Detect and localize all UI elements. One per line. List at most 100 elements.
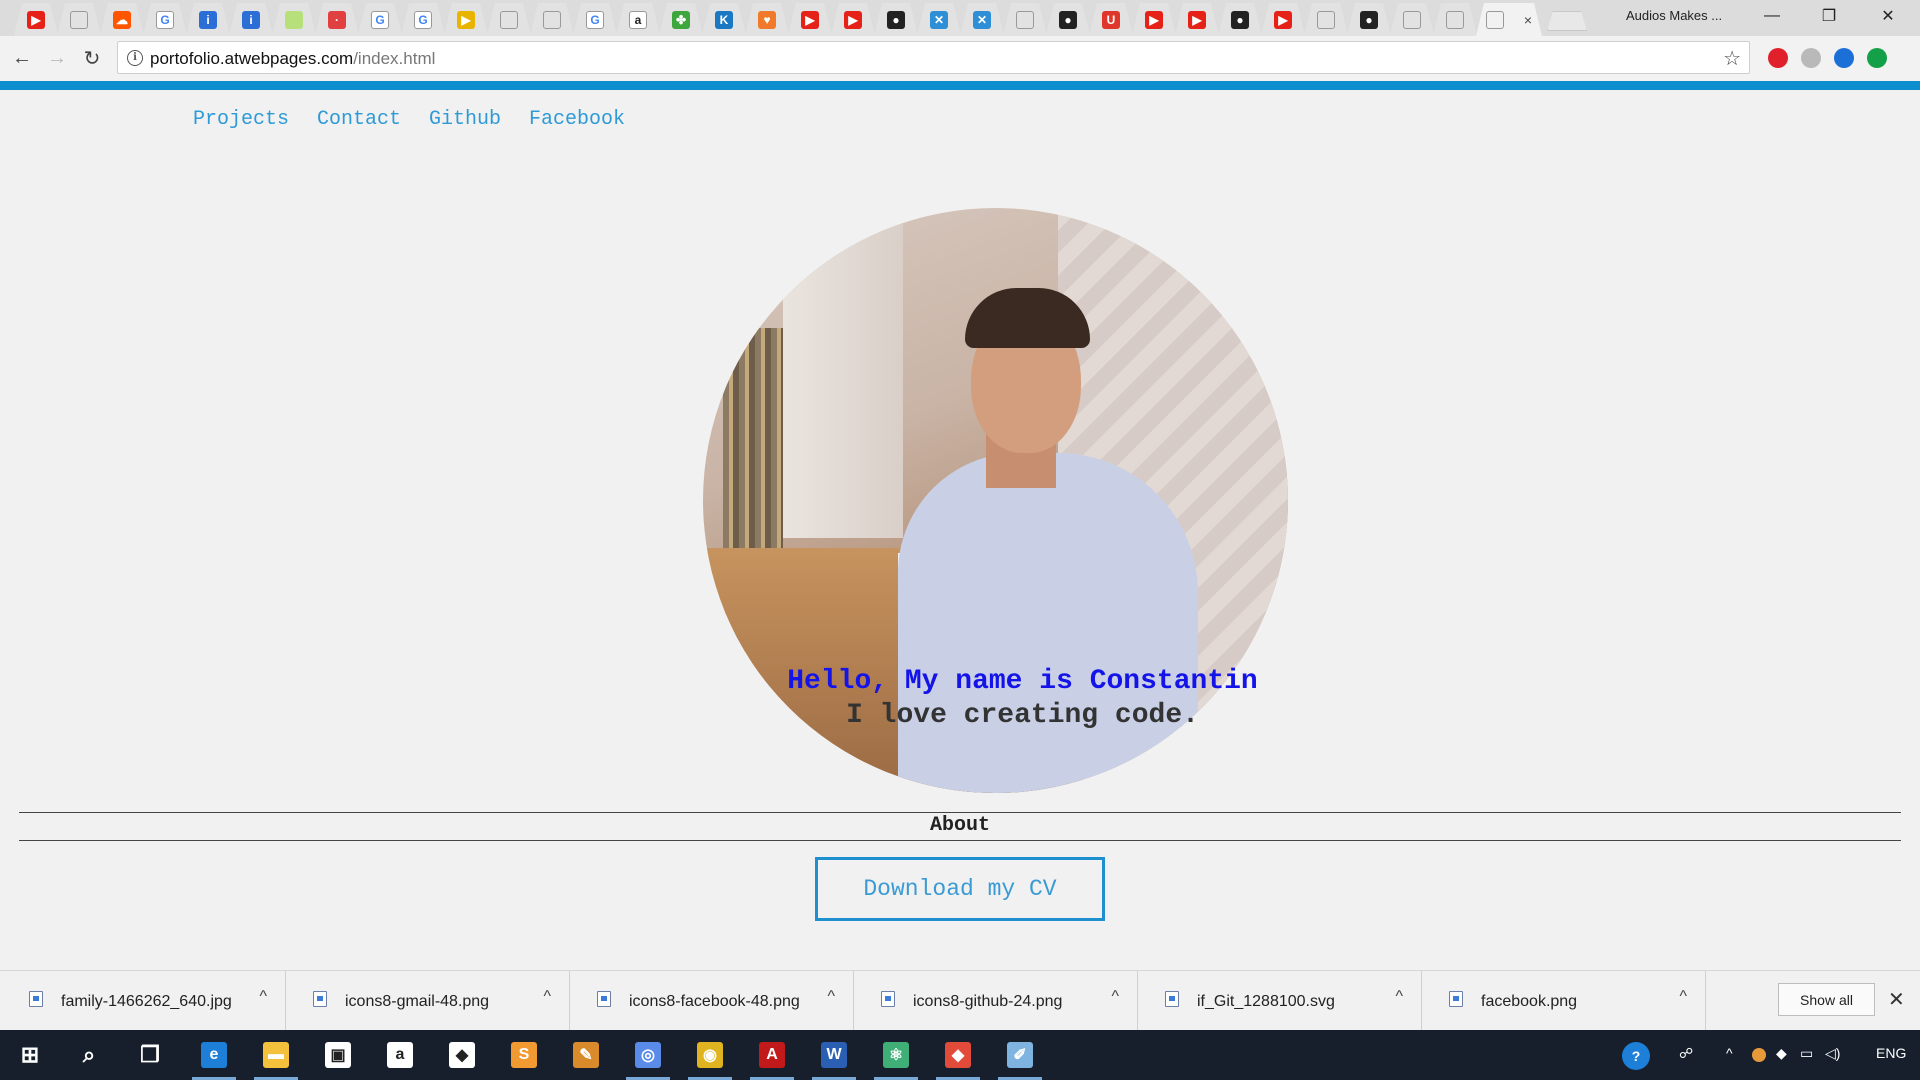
browser-tab[interactable]: ▶ — [1132, 3, 1176, 36]
upload-ext-icon[interactable] — [1867, 48, 1887, 68]
browser-tab[interactable]: ● — [874, 3, 918, 36]
browser-tab[interactable] — [272, 3, 316, 36]
taskbar-button[interactable]: ✎ — [560, 1030, 612, 1080]
browser-tab[interactable]: i — [229, 3, 273, 36]
google-icon: G — [156, 10, 174, 29]
taskbar-button[interactable]: ◆ — [932, 1030, 984, 1080]
browser-tab[interactable]: G — [401, 3, 445, 36]
browser-tab[interactable]: U — [1089, 3, 1133, 36]
browser-tab[interactable]: ☁ — [100, 3, 144, 36]
browser-tab[interactable]: a — [616, 3, 660, 36]
tray-chevron-icon[interactable]: ^ — [1726, 1045, 1733, 1061]
download-options-chevron-icon[interactable]: ^ — [1679, 988, 1687, 1006]
browser-tab[interactable] — [1433, 3, 1477, 36]
taskbar-button[interactable]: ✐ — [994, 1030, 1046, 1080]
taskbar-button[interactable]: ▣ — [312, 1030, 364, 1080]
browser-tab[interactable] — [1304, 3, 1348, 36]
browser-tab[interactable]: ▶ — [14, 3, 58, 36]
browser-tab[interactable]: G — [573, 3, 617, 36]
show-all-downloads-button[interactable]: Show all — [1778, 983, 1875, 1016]
taskbar-button[interactable]: a — [374, 1030, 426, 1080]
download-item[interactable]: if_Git_1288100.svg ^ — [1156, 971, 1422, 1031]
browser-tab[interactable]: ▶ — [444, 3, 488, 36]
browser-tab[interactable]: ♥ — [745, 3, 789, 36]
volume-icon[interactable]: ◁) — [1825, 1045, 1840, 1062]
people-icon[interactable]: ☍ — [1679, 1045, 1693, 1062]
download-item[interactable]: icons8-gmail-48.png ^ — [304, 971, 570, 1031]
download-item[interactable]: family-1466262_640.jpg ^ — [20, 971, 286, 1031]
restore-icon[interactable]: ❐ — [1805, 0, 1853, 32]
taskbar-button[interactable]: ◆ — [436, 1030, 488, 1080]
browser-tab[interactable] — [530, 3, 574, 36]
browser-tab[interactable]: ✤ — [659, 3, 703, 36]
dropbox-tray-icon[interactable]: ◆ — [1776, 1045, 1787, 1062]
browser-tab[interactable]: ✕ — [917, 3, 961, 36]
browser-tab[interactable] — [1003, 3, 1047, 36]
taskbar-button[interactable]: ⊞ — [4, 1030, 56, 1080]
download-options-chevron-icon[interactable]: ^ — [1395, 988, 1403, 1006]
language-indicator[interactable]: ENG — [1876, 1045, 1906, 1061]
forward-arrow-icon[interactable]: → — [42, 43, 72, 73]
tab-close-icon[interactable]: × — [1524, 12, 1532, 28]
browser-tab[interactable]: ✕ — [960, 3, 1004, 36]
download-item[interactable]: icons8-facebook-48.png ^ — [588, 971, 854, 1031]
help-icon[interactable]: ? — [1622, 1042, 1650, 1070]
profile-name[interactable]: Audios Makes ... — [1626, 8, 1722, 23]
window-close-icon[interactable]: ✕ — [1864, 0, 1912, 32]
browser-tab[interactable]: ● — [1046, 3, 1090, 36]
battery-icon[interactable]: ▭ — [1800, 1045, 1813, 1062]
site-info-icon[interactable]: i — [127, 50, 143, 66]
browser-tab[interactable]: ● — [1218, 3, 1262, 36]
browser-tab[interactable]: G — [358, 3, 402, 36]
green-circle-icon — [285, 10, 303, 29]
taskbar-button[interactable]: ◉ — [684, 1030, 736, 1080]
tray-app-icon[interactable] — [1752, 1048, 1766, 1062]
download-options-chevron-icon[interactable]: ^ — [259, 988, 267, 1006]
nav-link-projects[interactable]: Projects — [193, 108, 289, 131]
download-cv-button[interactable]: Download my CV — [815, 857, 1105, 921]
taskbar-button[interactable]: ⚛ — [870, 1030, 922, 1080]
browser-tab[interactable]: i — [186, 3, 230, 36]
nav-link-facebook[interactable]: Facebook — [529, 108, 625, 131]
tab-manager-icon[interactable] — [1801, 48, 1821, 68]
reload-icon[interactable]: ↻ — [77, 43, 107, 73]
download-item[interactable]: icons8-github-24.png ^ — [872, 971, 1138, 1031]
new-tab-button[interactable] — [1547, 11, 1587, 31]
browser-tab[interactable] — [57, 3, 101, 36]
active-browser-tab[interactable]: × — [1476, 3, 1542, 36]
opera-icon[interactable] — [1768, 48, 1788, 68]
download-options-chevron-icon[interactable]: ^ — [827, 988, 835, 1006]
search-ext-icon[interactable] — [1834, 48, 1854, 68]
download-item[interactable]: facebook.png ^ — [1440, 971, 1706, 1031]
download-options-chevron-icon[interactable]: ^ — [543, 988, 551, 1006]
taskbar-button[interactable]: e — [188, 1030, 240, 1080]
taskbar-button[interactable]: ◎ — [622, 1030, 674, 1080]
taskbar-button[interactable]: W — [808, 1030, 860, 1080]
minimize-icon[interactable]: — — [1748, 0, 1796, 32]
browser-tab[interactable]: · — [315, 3, 359, 36]
git-kraken-icon: ◆ — [945, 1042, 971, 1068]
nav-link-contact[interactable]: Contact — [317, 108, 401, 131]
bookmark-star-icon[interactable]: ☆ — [1723, 46, 1741, 71]
close-shelf-icon[interactable]: ✕ — [1888, 987, 1905, 1012]
browser-tab[interactable]: ● — [1347, 3, 1391, 36]
taskbar-button[interactable]: ❐ — [124, 1030, 176, 1080]
taskbar-button[interactable]: A — [746, 1030, 798, 1080]
browser-tab[interactable]: ▶ — [788, 3, 832, 36]
browser-tab[interactable]: K — [702, 3, 746, 36]
taskbar-button[interactable]: ▬ — [250, 1030, 302, 1080]
download-options-chevron-icon[interactable]: ^ — [1111, 988, 1119, 1006]
browser-tab[interactable]: G — [143, 3, 187, 36]
nav-link-github[interactable]: Github — [429, 108, 501, 131]
download-filename: icons8-facebook-48.png — [629, 993, 800, 1010]
browser-tab[interactable] — [487, 3, 531, 36]
browser-tab[interactable]: ▶ — [1175, 3, 1219, 36]
browser-tab[interactable]: ▶ — [1261, 3, 1305, 36]
taskbar-button[interactable]: ⌕ — [63, 1030, 115, 1080]
url-text[interactable]: portofolio.atwebpages.com/index.html — [150, 49, 435, 69]
browser-tab[interactable] — [1390, 3, 1434, 36]
browser-tab[interactable]: ▶ — [831, 3, 875, 36]
address-bar[interactable]: i portofolio.atwebpages.com/index.html ☆ — [117, 41, 1750, 74]
back-arrow-icon[interactable]: ← — [7, 43, 37, 73]
taskbar-button[interactable]: S — [498, 1030, 550, 1080]
